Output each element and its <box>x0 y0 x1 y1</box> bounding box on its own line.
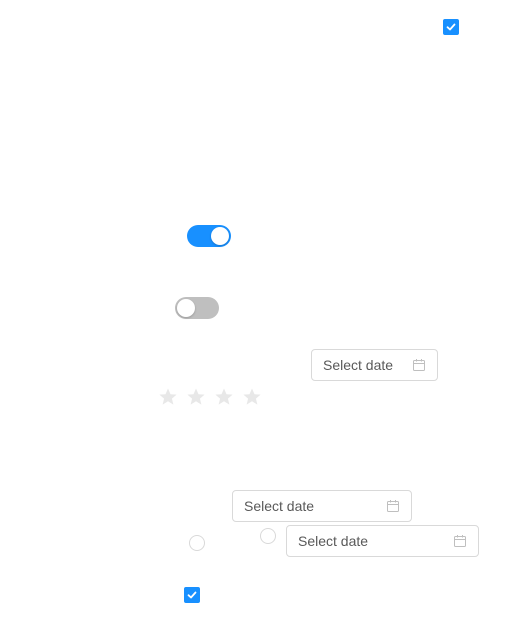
star-icon[interactable] <box>214 387 234 407</box>
checkbox-top[interactable] <box>443 19 459 35</box>
canvas: Select date Select date Select date <box>0 0 510 619</box>
date-picker-placeholder: Select date <box>323 357 394 373</box>
date-picker-3[interactable]: Select date <box>286 525 479 557</box>
calendar-icon <box>387 500 399 512</box>
calendar-icon <box>454 535 466 547</box>
star-icon[interactable] <box>186 387 206 407</box>
toggle-switch-on[interactable] <box>187 225 231 247</box>
star-rating[interactable] <box>158 387 262 407</box>
calendar-icon <box>413 359 425 371</box>
check-icon <box>446 23 456 31</box>
checkbox-bottom[interactable] <box>184 587 200 603</box>
switch-knob <box>211 227 229 245</box>
toggle-switch-off[interactable] <box>175 297 219 319</box>
radio-button-left[interactable] <box>189 535 205 551</box>
radio-button-right[interactable] <box>260 528 276 544</box>
date-picker-placeholder: Select date <box>244 498 315 514</box>
date-picker-2[interactable]: Select date <box>232 490 412 522</box>
date-picker-1[interactable]: Select date <box>311 349 438 381</box>
switch-knob <box>177 299 195 317</box>
check-icon <box>187 591 197 599</box>
star-icon[interactable] <box>158 387 178 407</box>
star-icon[interactable] <box>242 387 262 407</box>
date-picker-placeholder: Select date <box>298 533 369 549</box>
